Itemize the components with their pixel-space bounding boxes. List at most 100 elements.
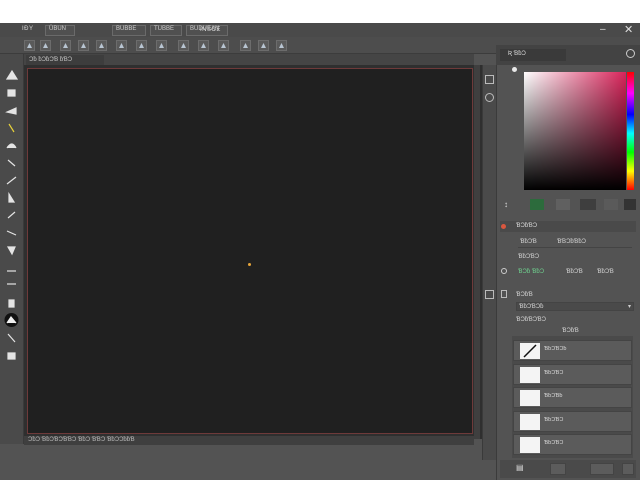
menu-item-image[interactable]: BUBBE <box>112 25 146 36</box>
circle-icon[interactable] <box>198 40 209 51</box>
layer-name: ƁƀƆƁƆ <box>544 440 564 446</box>
layer-row[interactable]: ƁƀƆƁƀ <box>513 387 632 408</box>
swap-colors-icon[interactable]: ↕ <box>504 200 508 209</box>
prop-row2-left: ƁƀƆƁƆ <box>518 254 540 260</box>
move-icon[interactable] <box>3 68 20 82</box>
layer-row[interactable]: ƁƀƆƁƆ <box>513 410 632 432</box>
vertical-scrollbar[interactable] <box>474 65 480 439</box>
history-icon[interactable] <box>485 75 494 84</box>
swatch-2[interactable] <box>556 199 570 210</box>
link-layers-icon[interactable]: ▤ <box>516 463 524 472</box>
path-icon[interactable] <box>3 261 20 275</box>
blend-mode-select[interactable]: ƁƀƆƁƆƀ ▾ <box>516 302 634 311</box>
move-icon[interactable] <box>78 40 89 51</box>
hand-icon[interactable] <box>3 296 20 310</box>
swatch-5[interactable] <box>624 199 636 210</box>
prop-row1-left: ƁƀƆƁ <box>520 239 537 245</box>
document-canvas[interactable] <box>27 68 473 434</box>
mask-icon[interactable] <box>3 348 20 362</box>
menu-item-file[interactable]: IÐY <box>22 26 34 32</box>
color-picker-field[interactable] <box>524 72 626 190</box>
blend-mode-label: ƁƆƀƁ <box>516 292 533 298</box>
layer-name: ƁƀƆƁƀ <box>544 393 563 399</box>
chevron-down-icon: ▾ <box>627 304 631 310</box>
prop-row3-right[interactable]: ƁƀƆƁ <box>597 267 614 277</box>
status-bar: ƆƀƆ ƁƀƆƁƆƁƁƆ ƁƀƆ ƁƁƆ ƁƀƆƆƀƀƁ <box>24 436 474 445</box>
menu-item-filter[interactable]: INSCE <box>200 27 221 33</box>
type-icon[interactable] <box>3 243 20 257</box>
color-panel-header: Ʀ ƁƀƆ <box>496 45 640 65</box>
color-panel-tab[interactable]: Ʀ ƁƀƆ <box>500 49 566 61</box>
color-mode-icon[interactable] <box>512 67 517 72</box>
layer-thumbnail <box>520 390 540 406</box>
warp-icon[interactable] <box>156 40 167 51</box>
new-layer-button[interactable] <box>550 463 566 475</box>
properties-body: ƁƀƆƁ ƁƁƆƀƁƀƆ ƁƀƆƁƆ ƁƆƀ ƁƀƆ ƁƀƆƁ ƁƀƆƁ <box>500 234 636 284</box>
record-icon[interactable] <box>218 40 229 51</box>
menu-item-layer-label: TUBBE <box>154 26 175 32</box>
foreground-swatch[interactable] <box>530 199 544 210</box>
lasso-icon[interactable] <box>116 40 127 51</box>
menu-item-edit-label: ÜBUN <box>49 26 67 32</box>
properties-header: ƁƆƀƁƆ <box>500 221 636 232</box>
properties-icon <box>501 224 506 229</box>
crop-icon[interactable] <box>3 103 20 117</box>
brush-settings-icon[interactable] <box>485 290 494 299</box>
opacity-label: ƁƆƀƁƆƁƆ <box>516 317 546 323</box>
pen-icon[interactable] <box>3 226 20 240</box>
prop-row3-left[interactable]: ƁƆƀ ƁƀƆ <box>518 267 544 277</box>
menu-bar: IÐY ÜBUN BUBBE TUBBE BUDUEAN INSCE – ✕ <box>0 23 640 37</box>
layer-name: ƁƀƆƁƆ <box>544 369 564 376</box>
layers-list: ƁƀƆƁƆƀ ƁƀƆƁƆ ƁƀƆƁƀ ƁƀƆƁƆ ƁƀƆƁƆ <box>512 336 633 458</box>
adjust-icon[interactable] <box>501 268 507 274</box>
trash-icon[interactable] <box>622 463 634 475</box>
menu-item-edit[interactable]: ÜBUN <box>45 25 75 36</box>
dodge-icon[interactable] <box>3 208 20 222</box>
swatch-row: ↕ <box>500 198 636 212</box>
color-icon[interactable] <box>3 331 20 345</box>
brush-icon[interactable] <box>3 138 20 152</box>
layer-row[interactable]: ƁƀƆƁƆƀ <box>513 340 632 361</box>
document-tab[interactable]: Ɔƀ ƀƆƀƆƁ ƀƁƆ <box>26 55 104 65</box>
panel-menu-icon[interactable] <box>626 49 635 58</box>
lasso-icon[interactable] <box>3 86 20 100</box>
layers-subheader: ƁƆƀƁ <box>562 328 579 334</box>
info-icon[interactable] <box>485 93 494 102</box>
delete-layer-button[interactable] <box>590 463 614 475</box>
shape-icon[interactable] <box>3 278 20 292</box>
frame-icon[interactable] <box>40 40 51 51</box>
arrow-icon[interactable] <box>60 40 71 51</box>
hue-slider[interactable] <box>627 72 634 190</box>
eyedropper-icon[interactable] <box>3 121 20 135</box>
layer-thumbnail <box>520 437 540 453</box>
document-tab-bar: Ɔƀ ƀƆƀƆƁ ƀƁƆ <box>24 54 474 65</box>
swatch-4[interactable] <box>604 199 618 210</box>
prop-row3-mid[interactable]: ƁƀƆƁ <box>566 267 583 277</box>
layer-row[interactable]: ƁƀƆƁƆ <box>513 363 632 385</box>
align-icon[interactable] <box>240 40 251 51</box>
layer-thumbnail <box>520 413 540 430</box>
close-icon[interactable]: ✕ <box>624 23 633 36</box>
blur-icon[interactable] <box>3 191 20 205</box>
distribute-icon[interactable] <box>258 40 269 51</box>
layer-name: ƁƀƆƁƆƀ <box>544 346 567 352</box>
home-icon[interactable] <box>24 40 35 51</box>
layer-row[interactable]: ƁƀƆƁƆ <box>513 434 632 455</box>
select-icon[interactable] <box>96 40 107 51</box>
blend-mode-value: ƁƀƆƁƆƀ <box>519 304 544 310</box>
arrange-icon[interactable] <box>276 40 287 51</box>
transform-icon[interactable] <box>136 40 147 51</box>
color-panel-tab-label: Ʀ ƁƀƆ <box>508 51 526 57</box>
layer-settings: ƁƆƀƁ ƁƀƆƁƆƀ ▾ ƁƆƀƁƆƁƆ <box>500 288 636 328</box>
canvas-dot <box>248 263 251 266</box>
prop-row1-right[interactable]: ƁƁƆƀƁƀƆ <box>557 237 586 247</box>
minimize-icon[interactable]: – <box>600 24 606 35</box>
target-icon[interactable] <box>178 40 189 51</box>
panel-dock <box>482 65 496 460</box>
zoom-icon[interactable] <box>3 313 20 327</box>
menu-item-layer[interactable]: TUBBE <box>150 25 182 36</box>
swatch-3[interactable] <box>580 199 596 210</box>
stamp-icon[interactable] <box>3 156 20 170</box>
eraser-icon[interactable] <box>3 173 20 187</box>
layers-icon <box>501 290 507 298</box>
